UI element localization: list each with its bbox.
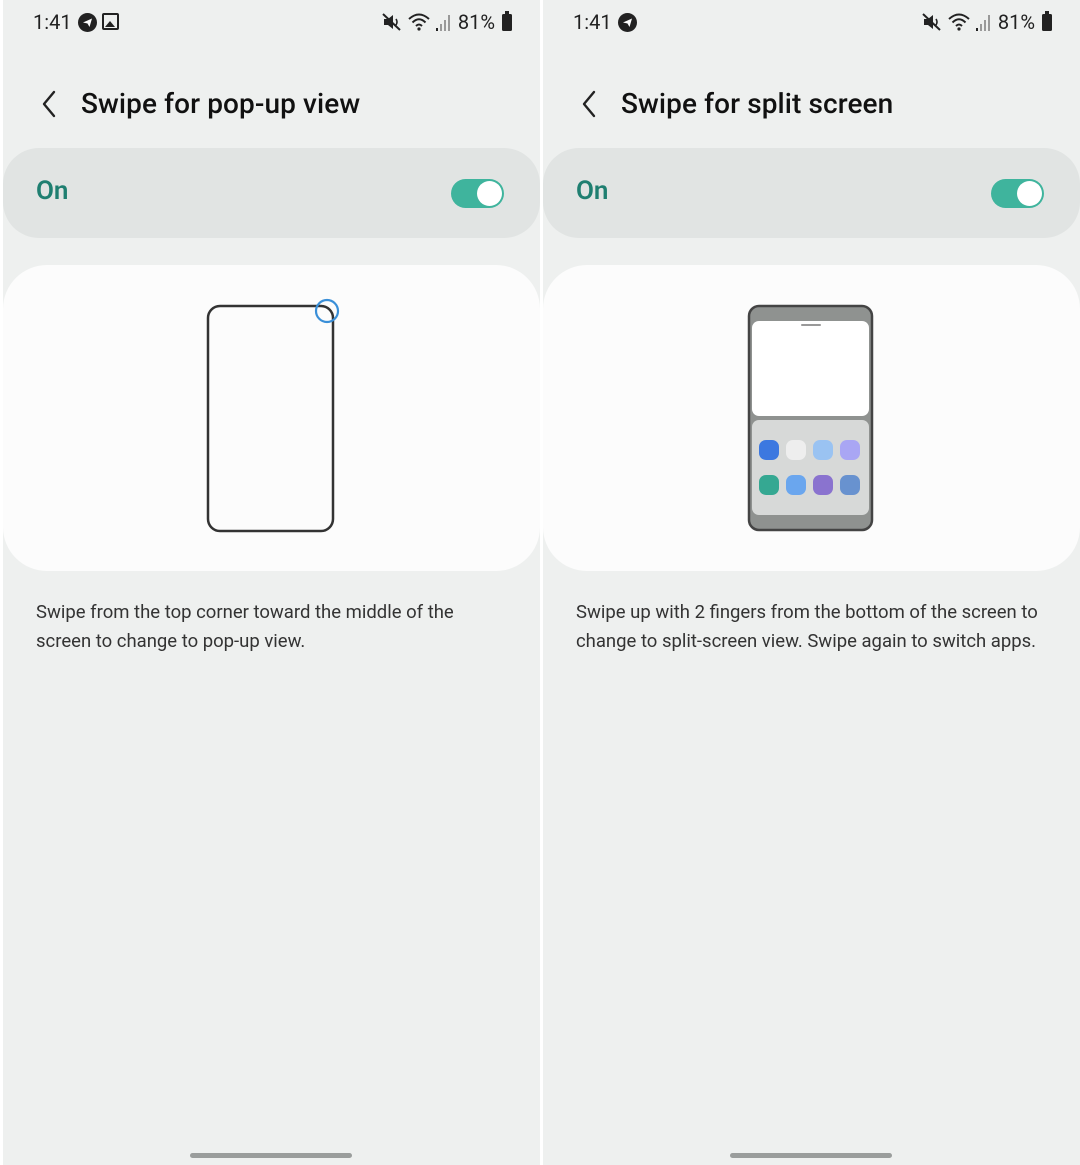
illustration-card xyxy=(3,265,540,571)
master-switch-row[interactable]: On xyxy=(3,148,540,238)
back-button[interactable] xyxy=(29,84,69,124)
page-title: Swipe for split screen xyxy=(621,87,894,120)
switch-thumb xyxy=(1017,181,1042,206)
battery-icon xyxy=(1042,10,1052,31)
gallery-icon xyxy=(102,13,119,30)
popup-view-settings-screen: 1:41 81% Swipe for pop-up view On Swipe … xyxy=(3,0,540,1165)
battery-percentage: 81% xyxy=(997,10,1035,34)
switch-thumb xyxy=(477,181,502,206)
status-time: 1:41 xyxy=(33,10,72,34)
gesture-handle[interactable] xyxy=(190,1153,352,1158)
app-icon xyxy=(759,440,779,460)
touch-point-icon xyxy=(314,298,340,324)
status-time: 1:41 xyxy=(573,10,612,34)
split-screen-gesture-illustration xyxy=(747,304,874,532)
telegram-icon xyxy=(78,13,97,32)
phone-outline xyxy=(206,304,335,533)
feature-description: Swipe from the top corner toward the mid… xyxy=(36,601,454,652)
illustration-card xyxy=(543,265,1080,571)
split-screen-settings-screen: 1:41 81% Swipe for split screen On Swipe… xyxy=(543,0,1080,1165)
app-icon xyxy=(840,440,860,460)
system-status-icons: 81% xyxy=(382,10,512,34)
status-bar: 1:41 81% xyxy=(543,0,1080,46)
mute-icon xyxy=(382,13,401,31)
window-handle xyxy=(801,324,821,326)
feature-description: Swipe up with 2 fingers from the bottom … xyxy=(576,601,1038,652)
app-icon xyxy=(786,440,806,460)
status-bar: 1:41 81% xyxy=(3,0,540,46)
on-off-switch[interactable] xyxy=(991,179,1044,208)
app-icon xyxy=(813,440,833,460)
signal-icon xyxy=(435,15,450,31)
battery-percentage: 81% xyxy=(457,10,495,34)
notification-icons xyxy=(618,13,637,32)
app-icon xyxy=(759,475,779,495)
telegram-icon xyxy=(618,13,637,32)
app-bar: Swipe for split screen xyxy=(543,80,1080,132)
app-icon xyxy=(786,475,806,495)
system-status-icons: 81% xyxy=(922,10,1052,34)
on-off-switch[interactable] xyxy=(451,179,504,208)
switch-label: On xyxy=(576,176,609,206)
top-app-window xyxy=(752,321,869,416)
back-button[interactable] xyxy=(569,84,609,124)
battery-icon xyxy=(502,10,512,31)
chevron-left-icon xyxy=(582,90,596,118)
switch-label: On xyxy=(36,176,69,206)
popup-gesture-illustration xyxy=(206,298,340,533)
mute-icon xyxy=(922,13,941,31)
app-icon xyxy=(813,475,833,495)
app-bar: Swipe for pop-up view xyxy=(3,80,540,132)
master-switch-row[interactable]: On xyxy=(543,148,1080,238)
bottom-app-drawer xyxy=(752,420,869,515)
app-icon xyxy=(840,475,860,495)
signal-icon xyxy=(975,15,990,31)
chevron-left-icon xyxy=(42,90,56,118)
gesture-handle[interactable] xyxy=(730,1153,892,1158)
page-title: Swipe for pop-up view xyxy=(81,87,361,120)
wifi-icon xyxy=(408,13,430,31)
wifi-icon xyxy=(948,13,970,31)
notification-icons xyxy=(78,13,119,32)
